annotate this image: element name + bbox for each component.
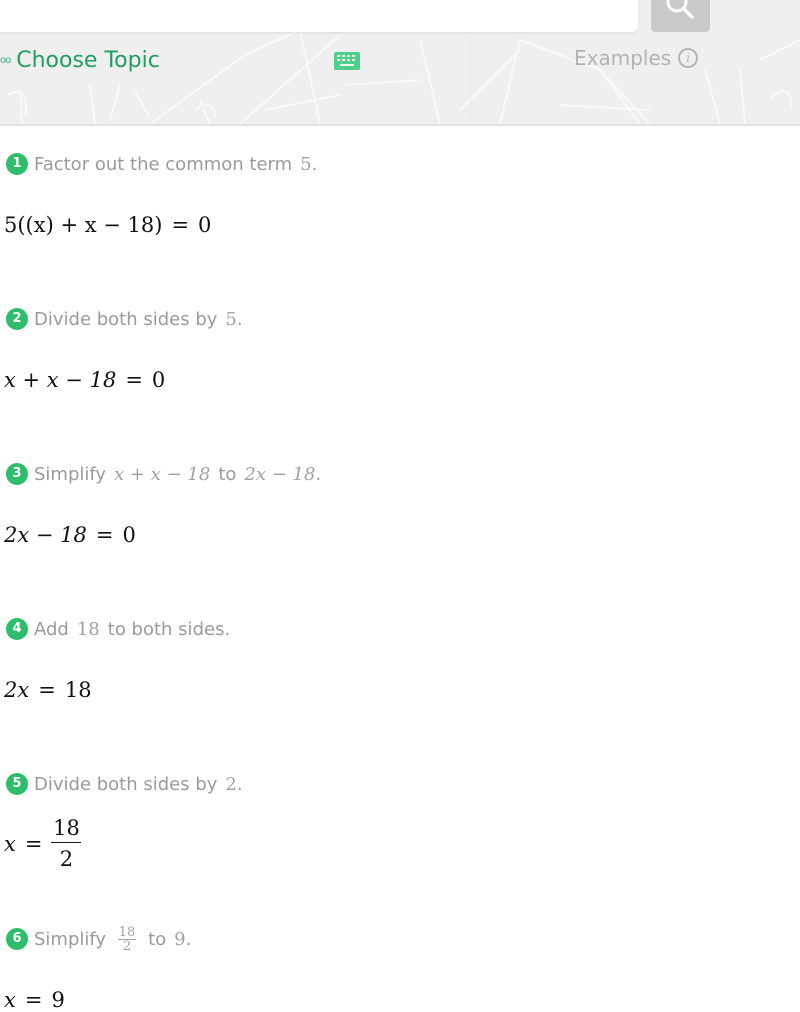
result-lhs: 2x − 18: [4, 523, 87, 547]
step-result: 5((x) + x − 18) = 0: [4, 213, 211, 237]
info-icon[interactable]: i: [678, 48, 699, 68]
toolbar-divider: [470, 36, 471, 124]
step-header: 3 Simplify x + x − 18 to 2x − 18 .: [0, 461, 800, 487]
search-icon: [666, 0, 694, 19]
step-description-to-word: to: [148, 928, 167, 950]
result-lhs: x + x − 18: [4, 368, 117, 392]
result-relation: =: [24, 831, 43, 856]
step-description-end: .: [185, 928, 192, 950]
step-header: 2 Divide both sides by 5 .: [0, 306, 800, 332]
step-result: x = 9: [4, 988, 65, 1012]
step-description-text: Divide both sides by: [34, 308, 218, 330]
step-description-value: 2: [225, 773, 237, 795]
result-rhs: 18: [64, 678, 92, 702]
result-rhs: 0: [122, 523, 136, 547]
keyboard-icon: [334, 52, 360, 70]
step-description: Simplify x + x − 18 to 2x − 18 .: [34, 464, 321, 485]
step-number-badge: 1: [6, 153, 28, 175]
fraction-denominator: 2: [122, 938, 132, 954]
step-description-text: Factor out the common term: [34, 153, 293, 175]
step-description-text: Divide both sides by: [34, 773, 218, 795]
solution-step: 5 Divide both sides by 2 . x = 18 2: [0, 771, 800, 871]
step-description-value: 5: [225, 308, 237, 330]
solution-step: 1 Factor out the common term 5 . 5((x) +…: [0, 151, 800, 237]
choose-topic-label: Choose Topic: [16, 47, 160, 73]
keyboard-button[interactable]: [334, 52, 360, 74]
result-relation: =: [95, 523, 114, 547]
fraction-numerator: 18: [53, 816, 80, 840]
result-lhs: 5((x) + x − 18): [4, 213, 163, 237]
step-header: 5 Divide both sides by 2 .: [0, 771, 800, 797]
step-description-end: .: [315, 463, 322, 485]
step-header: 1 Factor out the common term 5 .: [0, 151, 800, 177]
header-toolbar: 5x + 5(x − 18) = 0 oo Choose Topic Examp…: [0, 0, 800, 126]
step-header: 4 Add 18 to both sides.: [0, 616, 800, 642]
dots-icon: oo: [0, 54, 11, 66]
step-number-badge: 6: [6, 928, 28, 950]
fraction-numerator: 18: [118, 924, 136, 940]
solution-step: 2 Divide both sides by 5 . x + x − 18 = …: [0, 306, 800, 392]
step-description-value: 5: [300, 153, 312, 175]
step-description-from: x + x − 18: [114, 463, 211, 485]
step-result: x + x − 18 = 0: [4, 368, 165, 392]
step-description-to: 2x − 18: [244, 463, 316, 485]
result-relation: =: [171, 213, 190, 237]
search-button[interactable]: [651, 0, 710, 32]
result-fraction: 18 2: [51, 815, 82, 872]
step-number-badge: 3: [6, 463, 28, 485]
step-description: Factor out the common term 5 .: [34, 154, 317, 175]
step-number-badge: 5: [6, 773, 28, 795]
fraction-bar: [51, 842, 82, 843]
result-relation: =: [125, 368, 143, 392]
step-description-end: .: [236, 773, 243, 795]
result-relation: =: [38, 678, 56, 702]
step-description-end: .: [311, 153, 318, 175]
step-number-badge: 4: [6, 618, 28, 640]
step-description-text: Add: [34, 618, 69, 640]
step-description: Divide both sides by 2 .: [34, 774, 243, 795]
result-relation: =: [24, 988, 43, 1012]
step-description-fraction: 18 2: [118, 924, 137, 954]
step-description-text2: to both sides.: [107, 618, 231, 640]
step-description: Divide both sides by 5 .: [34, 309, 243, 330]
result-lhs: 2x: [4, 678, 30, 702]
solution-step: 4 Add 18 to both sides. 2x = 18: [0, 616, 800, 702]
result-rhs: 0: [198, 213, 212, 237]
step-result: 2x = 18: [4, 678, 92, 702]
result-lhs: x: [4, 831, 16, 856]
step-header: 6 Simplify 18 2 to 9 .: [0, 926, 800, 953]
step-description-text: Simplify: [34, 463, 107, 485]
step-description: Simplify 18 2 to 9 .: [34, 926, 191, 953]
solution-step: 6 Simplify 18 2 to 9 . x = 9: [0, 926, 800, 1012]
choose-topic-button[interactable]: oo Choose Topic: [0, 45, 160, 75]
result-rhs: 9: [51, 988, 65, 1012]
examples-button[interactable]: Examples i: [574, 46, 699, 70]
step-description-to-word: to: [218, 463, 237, 485]
step-number-badge: 2: [6, 308, 28, 330]
solution-step: 3 Simplify x + x − 18 to 2x − 18 . 2x − …: [0, 461, 800, 547]
examples-label: Examples: [574, 46, 672, 70]
result-lhs: x: [4, 988, 16, 1012]
step-description: Add 18 to both sides.: [34, 619, 230, 640]
step-result: x = 18 2: [4, 815, 82, 872]
step-description-text: Simplify: [34, 928, 107, 950]
search-input-value: 5x + 5(x − 18) = 0: [2, 0, 207, 14]
step-description-value: 18: [76, 618, 100, 640]
step-result: 2x − 18 = 0: [4, 523, 136, 547]
fraction-denominator: 2: [59, 847, 74, 871]
search-input[interactable]: 5x + 5(x − 18) = 0: [0, 0, 638, 32]
result-rhs: 0: [151, 368, 166, 392]
step-description-to: 9: [174, 928, 186, 950]
step-description-end: .: [236, 308, 243, 330]
